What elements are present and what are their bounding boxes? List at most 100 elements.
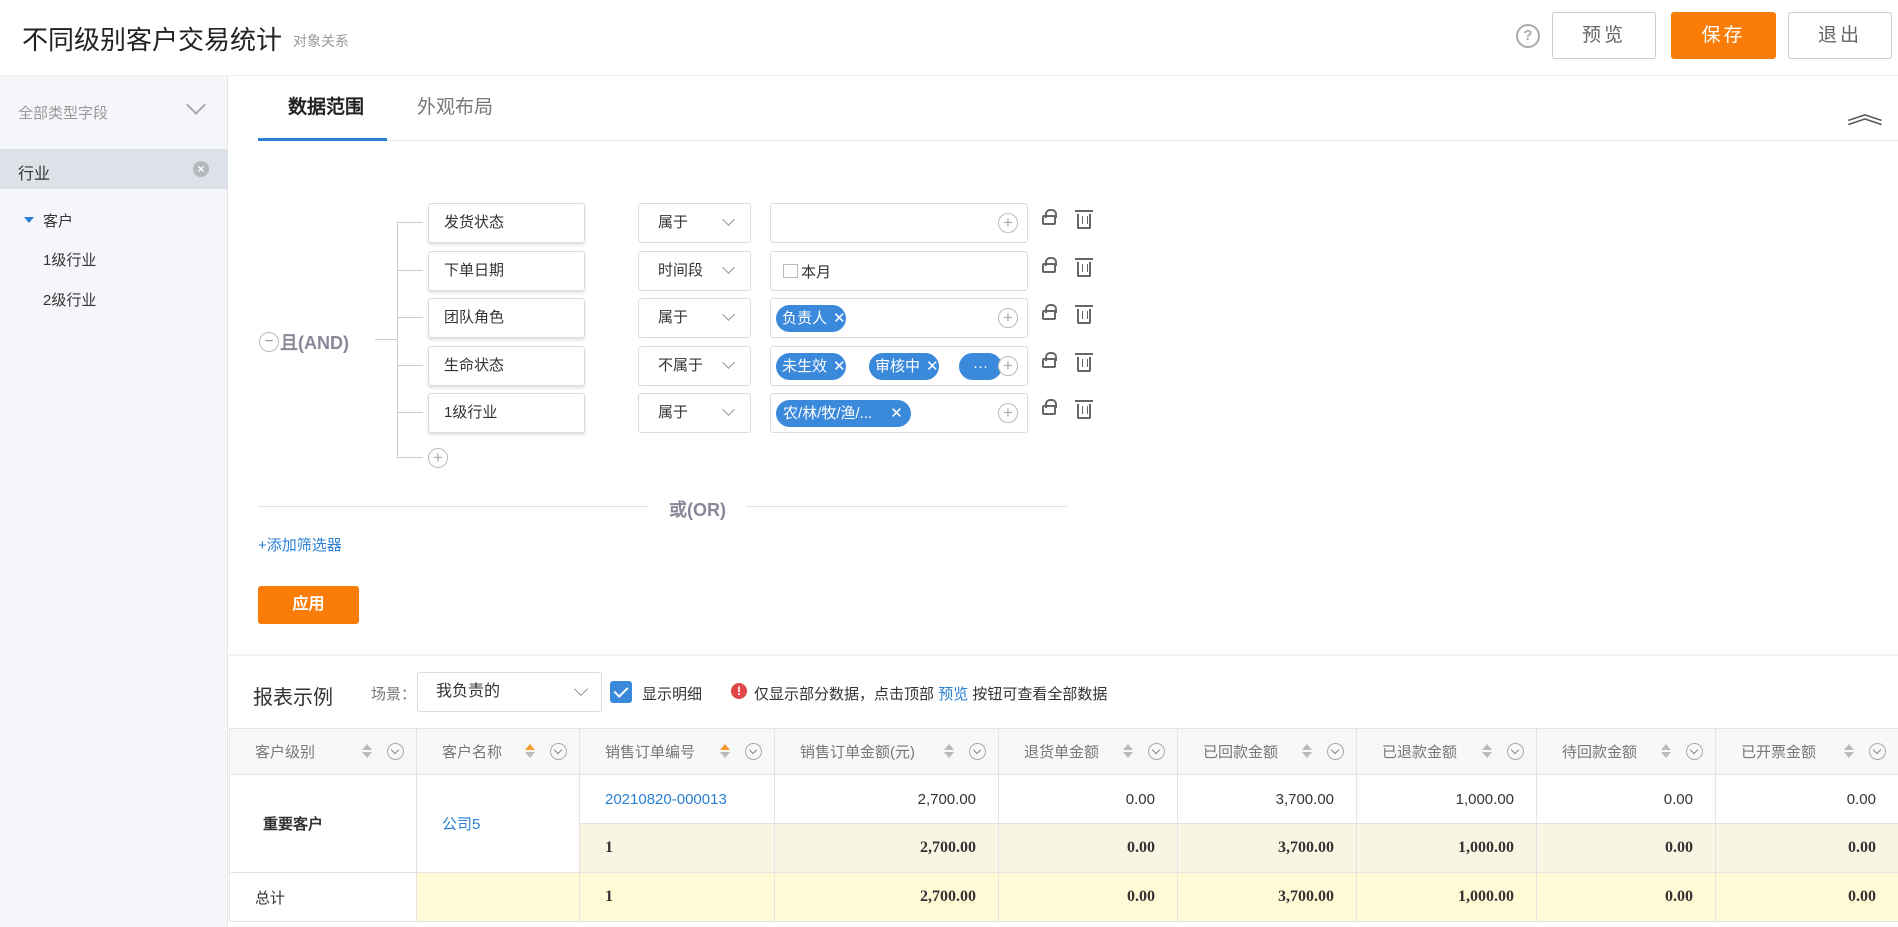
condition-operator-select[interactable]: 属于 xyxy=(638,393,751,433)
tree-node-customer[interactable]: 客户 xyxy=(43,210,73,231)
column-header[interactable]: 客户级别 xyxy=(229,728,417,775)
sort-icon[interactable] xyxy=(1844,744,1854,758)
selected-field-chip[interactable]: 行业 × xyxy=(0,149,228,189)
unlock-icon[interactable] xyxy=(1042,209,1057,225)
column-header[interactable]: 退货单金额 xyxy=(998,728,1178,775)
condition-value-input[interactable]: + xyxy=(770,203,1028,243)
column-menu-icon[interactable] xyxy=(387,743,404,760)
clear-circle-icon[interactable]: × xyxy=(193,161,209,177)
sort-icon[interactable] xyxy=(525,744,535,758)
condition-operator-select[interactable]: 属于 xyxy=(638,298,751,338)
table-cell: 0.00 xyxy=(1536,823,1716,873)
caret-down-icon[interactable] xyxy=(24,217,34,223)
exit-button[interactable]: 退出 xyxy=(1788,12,1892,59)
unlock-icon[interactable] xyxy=(1042,257,1057,273)
column-menu-icon[interactable] xyxy=(1148,743,1165,760)
column-header[interactable]: 已开票金额 xyxy=(1715,728,1898,775)
trash-icon[interactable] xyxy=(1075,258,1093,277)
tree-node-industry-2[interactable]: 2级行业 xyxy=(43,289,96,310)
add-value-icon[interactable]: + xyxy=(998,213,1018,233)
condition-value-input[interactable]: 农/林/牧/渔/... ✕ + xyxy=(770,393,1028,433)
and-logic-label[interactable]: 且(AND) xyxy=(280,329,349,355)
scene-select[interactable]: 我负责的 xyxy=(417,672,602,712)
collapse-group-icon[interactable]: − xyxy=(259,332,279,352)
unlock-icon[interactable] xyxy=(1042,399,1057,415)
tab-data-range[interactable]: 数据范围 xyxy=(288,92,364,119)
chevron-down-icon xyxy=(722,403,735,416)
add-value-icon[interactable]: + xyxy=(998,308,1018,328)
condition-operator-select[interactable]: 不属于 xyxy=(638,346,751,386)
chevron-down-icon[interactable] xyxy=(186,95,206,115)
remove-tag-icon[interactable]: ✕ xyxy=(926,353,939,380)
operator-label: 属于 xyxy=(658,404,689,421)
column-menu-icon[interactable] xyxy=(1869,743,1886,760)
condition-field[interactable]: 下单日期 xyxy=(428,251,585,291)
tree-node-industry-1[interactable]: 1级行业 xyxy=(43,249,96,270)
trash-icon[interactable] xyxy=(1075,353,1093,372)
question-circle-icon[interactable]: ? xyxy=(1516,24,1540,48)
condition-field[interactable]: 生命状态 xyxy=(428,346,585,386)
table-cell: 0.00 xyxy=(1715,774,1898,824)
value-tag: 审核中 ✕ xyxy=(869,353,939,380)
condition-operator-select[interactable]: 时间段 xyxy=(638,251,751,291)
column-menu-icon[interactable] xyxy=(1507,743,1524,760)
show-detail-checkbox[interactable] xyxy=(610,681,632,703)
table-cell: 1,000.00 xyxy=(1356,872,1537,922)
preview-button[interactable]: 预览 xyxy=(1552,12,1656,59)
add-filter-link[interactable]: +添加筛选器 xyxy=(258,534,342,555)
table-cell xyxy=(416,872,580,922)
add-value-icon[interactable]: + xyxy=(998,356,1018,376)
sort-icon[interactable] xyxy=(362,744,372,758)
unlock-icon[interactable] xyxy=(1042,352,1057,368)
add-condition-icon[interactable]: + xyxy=(428,448,448,468)
column-header[interactable]: 客户名称 xyxy=(416,728,580,775)
trash-icon[interactable] xyxy=(1075,305,1093,324)
condition-field[interactable]: 团队角色 xyxy=(428,298,585,338)
show-detail-label[interactable]: 显示明细 xyxy=(642,683,702,704)
column-header[interactable]: 销售订单金额(元) xyxy=(774,728,999,775)
apply-button[interactable]: 应用 xyxy=(258,586,359,624)
order-number-link[interactable]: 20210820-000013 xyxy=(579,774,775,824)
column-header[interactable]: 销售订单编号 xyxy=(579,728,775,775)
customer-name-link[interactable]: 公司5 xyxy=(416,774,580,873)
trash-icon[interactable] xyxy=(1075,210,1093,229)
double-chevron-up-icon[interactable]: ︽ xyxy=(1847,94,1883,131)
column-header[interactable]: 待回款金额 xyxy=(1536,728,1716,775)
column-menu-icon[interactable] xyxy=(1327,743,1344,760)
remove-tag-icon[interactable]: ✕ xyxy=(833,305,846,332)
column-label: 已开票金额 xyxy=(1741,744,1817,761)
sort-icon[interactable] xyxy=(1302,744,1312,758)
remove-tag-icon[interactable]: ✕ xyxy=(890,400,903,427)
column-header[interactable]: 已回款金额 xyxy=(1177,728,1357,775)
table-cell: 1,000.00 xyxy=(1356,774,1537,824)
more-tags-indicator[interactable]: ··· xyxy=(959,353,1002,380)
column-menu-icon[interactable] xyxy=(550,743,567,760)
trash-icon[interactable] xyxy=(1075,400,1093,419)
column-menu-icon[interactable] xyxy=(969,743,986,760)
condition-field[interactable]: 1级行业 xyxy=(428,393,585,433)
date-range-input[interactable]: 本月 xyxy=(770,251,1028,291)
condition-value-input[interactable]: 未生效 ✕ 审核中 ✕ ··· + xyxy=(770,346,1028,386)
condition-operator-select[interactable]: 属于 xyxy=(638,203,751,243)
tab-appearance-layout[interactable]: 外观布局 xyxy=(417,92,493,119)
save-button[interactable]: 保存 xyxy=(1671,12,1776,59)
sort-icon[interactable] xyxy=(1661,744,1671,758)
table-cell: 0.00 xyxy=(998,872,1178,922)
sort-icon[interactable] xyxy=(720,744,730,758)
sort-icon[interactable] xyxy=(944,744,954,758)
sort-icon[interactable] xyxy=(1482,744,1492,758)
notice-preview-link[interactable]: 预览 xyxy=(938,686,968,703)
add-value-icon[interactable]: + xyxy=(998,403,1018,423)
remove-tag-icon[interactable]: ✕ xyxy=(833,353,846,380)
sort-icon[interactable] xyxy=(1123,744,1133,758)
unlock-icon[interactable] xyxy=(1042,304,1057,320)
column-header[interactable]: 已退款金额 xyxy=(1356,728,1537,775)
tree-connector xyxy=(397,365,423,366)
field-type-filter[interactable]: 全部类型字段 xyxy=(18,102,108,123)
table-cell: 0.00 xyxy=(1536,872,1716,922)
column-menu-icon[interactable] xyxy=(1686,743,1703,760)
condition-field[interactable]: 发货状态 xyxy=(428,203,585,243)
table-cell: 3,700.00 xyxy=(1177,872,1357,922)
condition-value-input[interactable]: 负责人 ✕ + xyxy=(770,298,1028,338)
column-menu-icon[interactable] xyxy=(745,743,762,760)
